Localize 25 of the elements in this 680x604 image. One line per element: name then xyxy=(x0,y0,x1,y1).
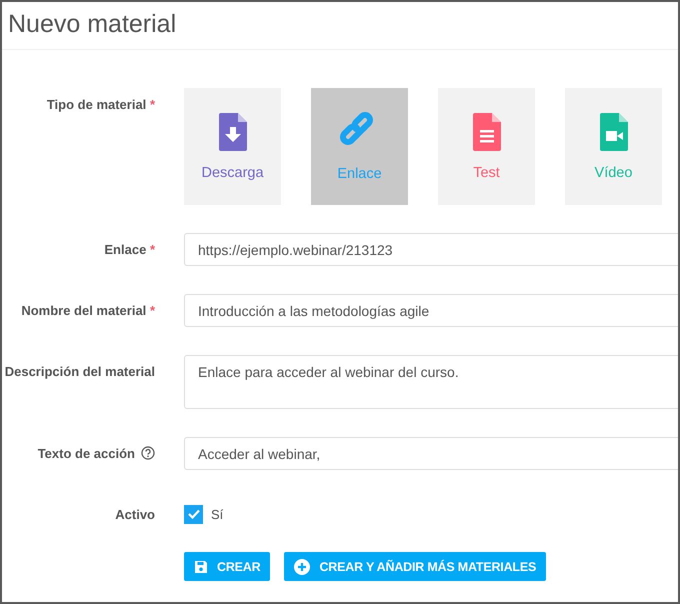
material-type-option[interactable]: Vídeo xyxy=(565,88,662,205)
field-label: Descripción del material xyxy=(4,364,155,379)
material-type-option[interactable]: Test xyxy=(438,88,535,205)
input-field[interactable]: https://ejemplo.webinar/213123 xyxy=(184,233,678,266)
material-type-option[interactable]: Descarga xyxy=(184,88,281,205)
field-label: Enlace * xyxy=(104,242,155,257)
help-icon[interactable] xyxy=(141,446,155,460)
create-and-add-button[interactable]: CREAR Y AÑADIR MÁS MATERIALES xyxy=(284,552,546,581)
checkbox-label: Sí xyxy=(211,506,224,522)
field-label: Tipo de material * xyxy=(46,97,155,112)
download-file-icon xyxy=(218,112,246,150)
text-area[interactable]: Enlace para acceder al webinar del curso. xyxy=(184,355,678,409)
input-field[interactable]: Introducción a las metodologías agile xyxy=(184,294,678,327)
video-file-icon xyxy=(600,112,628,150)
document-icon xyxy=(472,112,500,150)
create-button[interactable]: CREAR xyxy=(184,552,270,581)
field-label: Nombre del material * xyxy=(21,303,155,318)
input-field[interactable]: Acceder al webinar, xyxy=(184,437,678,470)
field-label: Activo xyxy=(115,507,155,522)
save-icon xyxy=(194,560,208,574)
field-label: Texto de acción xyxy=(38,446,135,461)
checkbox[interactable] xyxy=(184,504,203,524)
plus-circle-icon xyxy=(294,558,310,574)
check-icon xyxy=(188,509,200,519)
page-title: Nuevo material xyxy=(2,2,678,50)
